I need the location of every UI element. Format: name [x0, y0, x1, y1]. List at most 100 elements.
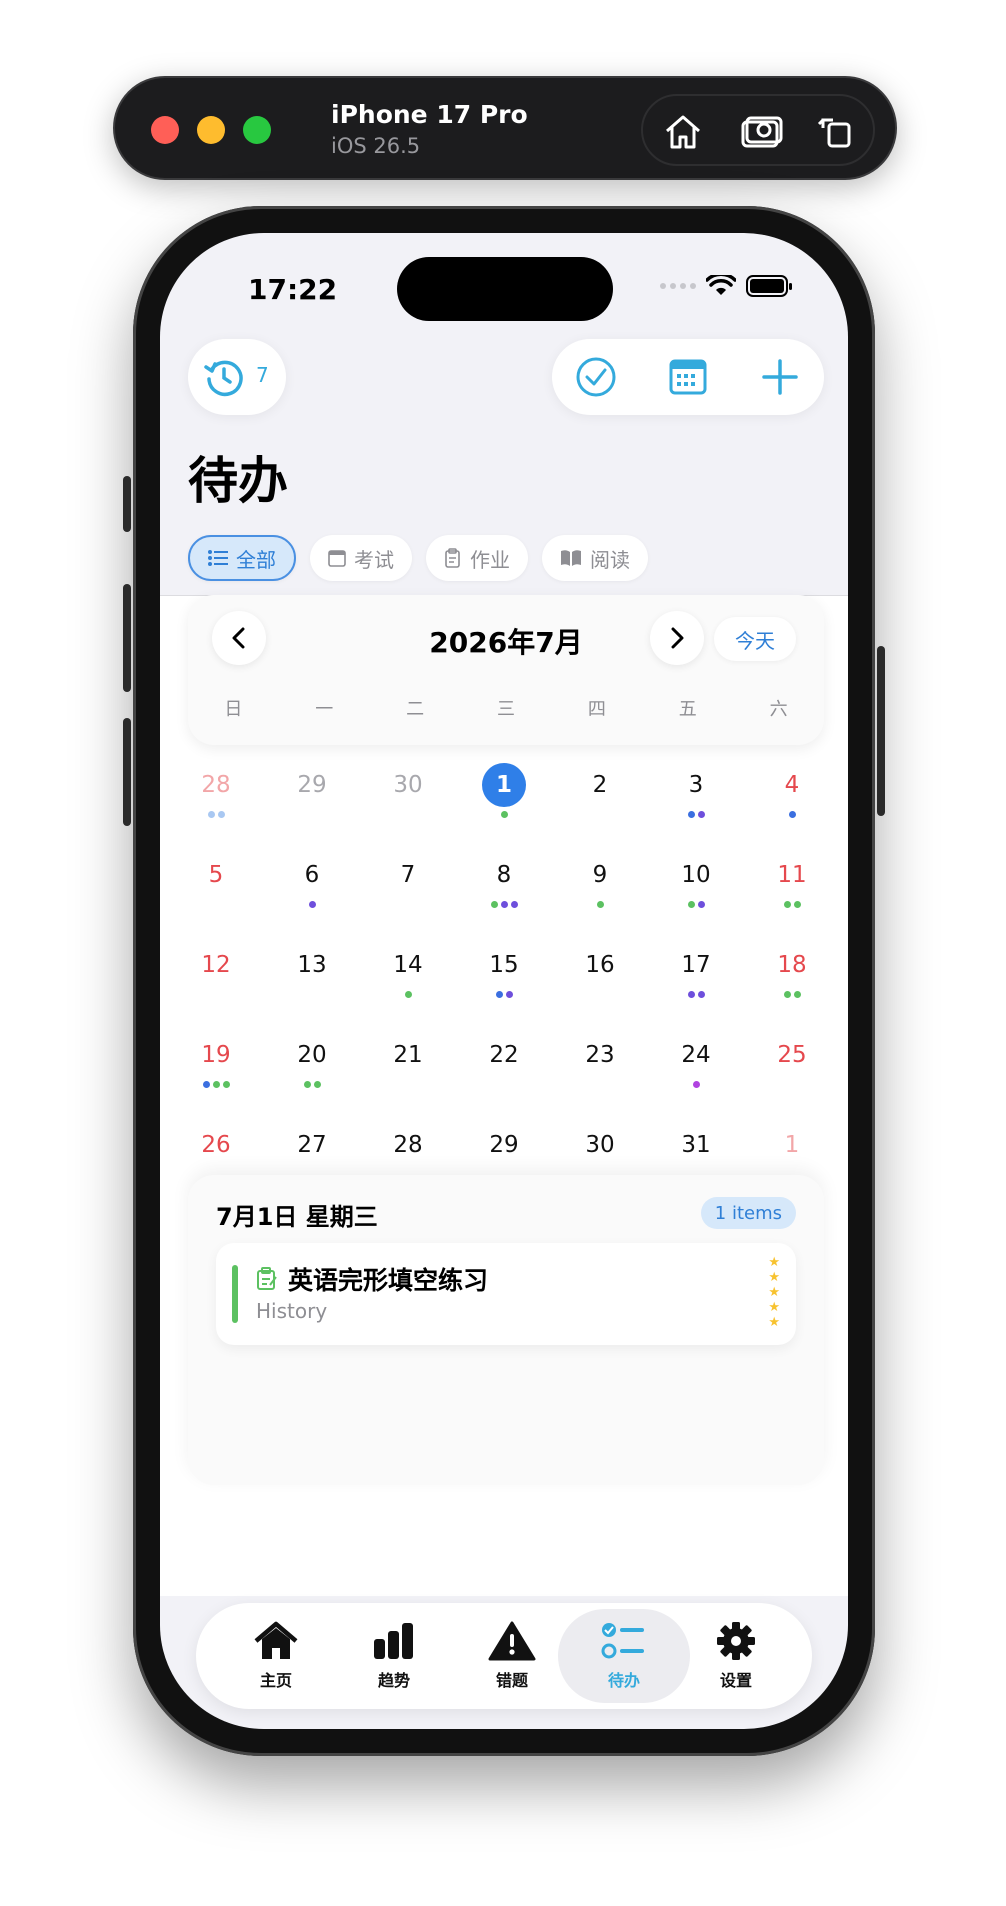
event-dots	[648, 991, 744, 998]
calendar-day[interactable]: 16	[552, 933, 648, 1023]
calendar-day[interactable]: 2	[552, 753, 648, 843]
rotate-icon[interactable]	[811, 106, 863, 158]
event-dots	[264, 901, 360, 908]
day-number: 9	[592, 862, 608, 888]
day-number: 4	[784, 772, 800, 798]
event-dot	[510, 901, 518, 908]
action-button	[123, 476, 131, 532]
day-number: 25	[777, 1042, 807, 1068]
calendar-day[interactable]: 14	[360, 933, 456, 1023]
calendar-day[interactable]: 24	[648, 1023, 744, 1113]
calendar-day[interactable]: 11	[744, 843, 840, 933]
event-dots	[264, 1081, 360, 1088]
simulator-titlebar: iPhone 17 Pro iOS 26.5	[113, 76, 897, 180]
event-dot	[697, 991, 705, 998]
filter-chip-label: 考试	[354, 547, 394, 572]
calendar-day[interactable]: 15	[456, 933, 552, 1023]
history-button[interactable]: 7	[188, 339, 286, 415]
calendar-day[interactable]: 12	[168, 933, 264, 1023]
add-icon[interactable]	[758, 355, 802, 399]
calendar-day[interactable]: 8	[456, 843, 552, 933]
next-month-button[interactable]	[650, 611, 704, 665]
calendar-day[interactable]: 5	[168, 843, 264, 933]
status-indicators	[660, 275, 792, 297]
weekday-label: 三	[497, 699, 515, 720]
event-dots	[648, 811, 744, 818]
calendar-day[interactable]: 19	[168, 1023, 264, 1113]
calendar-day[interactable]: 22	[456, 1023, 552, 1113]
home-icon[interactable]	[657, 106, 709, 158]
tab-trends[interactable]: 趋势	[328, 1609, 460, 1703]
event-dots	[744, 811, 840, 818]
history-count: 7	[256, 363, 269, 387]
tab-settings[interactable]: 设置	[670, 1609, 802, 1703]
day-number: 30	[585, 1132, 615, 1158]
iphone-frame: 17:22 7 待办 全部 考试 作业 阅读 2026年7月 今天 日 一 二 …	[123, 206, 885, 1756]
calendar-day[interactable]: 9	[552, 843, 648, 933]
event-dot	[495, 991, 503, 998]
day-number: 17	[681, 952, 711, 978]
chart-icon	[374, 1623, 413, 1659]
screenshot-icon[interactable]	[735, 106, 787, 158]
zoom-window-button[interactable]	[243, 116, 271, 144]
event-dot	[596, 901, 604, 908]
history-icon	[204, 360, 243, 397]
chevron-right-icon	[671, 627, 684, 649]
day-number: 28	[201, 772, 231, 798]
day-number: 30	[393, 772, 423, 798]
close-window-button[interactable]	[151, 116, 179, 144]
action-toolbar	[552, 339, 824, 415]
page-title: 待办	[188, 452, 288, 510]
calendar-day[interactable]: 25	[744, 1023, 840, 1113]
tab-label: 主页	[259, 1671, 292, 1690]
calendar-day[interactable]: 7	[360, 843, 456, 933]
filter-chip-exam[interactable]: 考试	[310, 535, 412, 581]
minimize-window-button[interactable]	[197, 116, 225, 144]
calendar-icon[interactable]	[666, 355, 710, 399]
today-button[interactable]: 今天	[714, 617, 796, 661]
calendar-day[interactable]: 20	[264, 1023, 360, 1113]
event-dot	[697, 811, 705, 818]
event-dot	[313, 1081, 321, 1088]
calendar-day[interactable]: 13	[264, 933, 360, 1023]
calendar-week-row: 12 13 14 15 16 17 18	[160, 933, 848, 1023]
event-dot	[212, 1081, 220, 1088]
calendar-week-row: 28 29 30 1 2 3 4	[160, 753, 848, 843]
calendar-day[interactable]: 6	[264, 843, 360, 933]
calendar-day[interactable]: 10	[648, 843, 744, 933]
event-dot	[793, 901, 801, 908]
battery-icon	[746, 275, 792, 297]
day-number: 24	[681, 1042, 711, 1068]
calendar-day[interactable]: 1	[456, 753, 552, 843]
calendar-day[interactable]: 21	[360, 1023, 456, 1113]
calendar-day[interactable]: 3	[648, 753, 744, 843]
weekday-label: 日	[224, 699, 243, 720]
event-dot	[207, 811, 215, 818]
check-circle-icon[interactable]	[574, 355, 618, 399]
day-number: 20	[297, 1042, 327, 1068]
event-dot	[687, 811, 695, 818]
calendar-day[interactable]: 23	[552, 1023, 648, 1113]
filter-chip-homework[interactable]: 作业	[426, 535, 528, 581]
day-detail-card: 7月1日 星期三 1 items 英语完形填空练习 History ★ ★ ★ …	[188, 1175, 824, 1485]
star-icon: ★	[768, 1255, 780, 1270]
task-card[interactable]: 英语完形填空练习 History ★ ★ ★ ★ ★	[216, 1243, 796, 1345]
tab-home[interactable]: 主页	[210, 1609, 342, 1703]
calendar-day[interactable]: 30	[360, 753, 456, 843]
calendar-day[interactable]: 29	[264, 753, 360, 843]
filter-chip-reading[interactable]: 阅读	[542, 535, 648, 581]
calendar-day[interactable]: 17	[648, 933, 744, 1023]
event-dot	[687, 991, 695, 998]
day-number: 1	[482, 763, 526, 807]
event-dots	[168, 811, 264, 818]
calendar-day[interactable]: 18	[744, 933, 840, 1023]
filter-chip-all[interactable]: 全部	[188, 535, 296, 581]
calendar-day[interactable]: 28	[168, 753, 264, 843]
day-number: 13	[297, 952, 327, 978]
day-number: 16	[585, 952, 615, 978]
wifi-icon	[706, 275, 736, 295]
day-number: 3	[688, 772, 704, 798]
event-dot	[202, 1081, 210, 1088]
calendar-day[interactable]: 4	[744, 753, 840, 843]
checklist-icon	[601, 1623, 644, 1659]
